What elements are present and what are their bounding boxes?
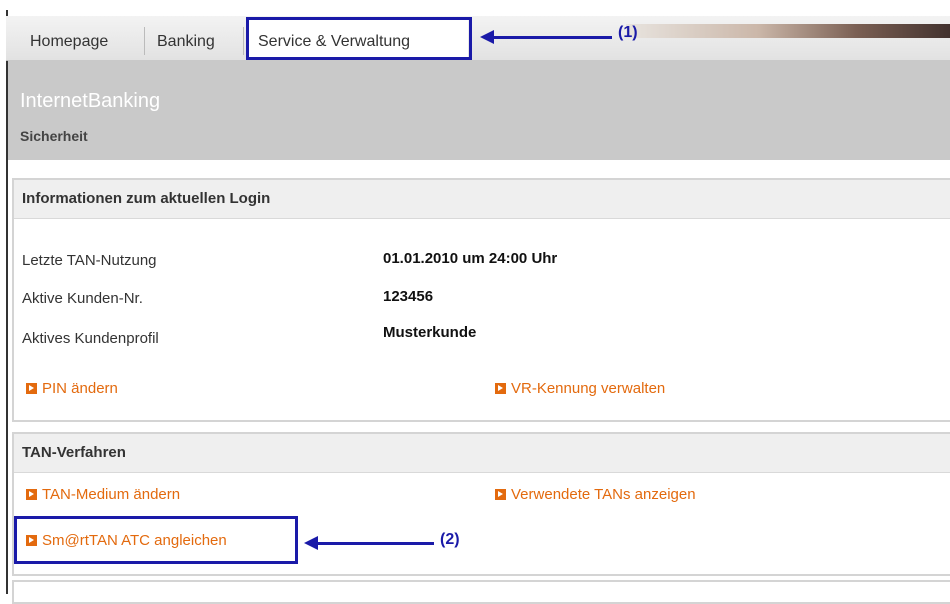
customer-no-label: Aktive Kunden-Nr. (22, 290, 143, 307)
last-tan-label: Letzte TAN-Nutzung (22, 252, 157, 269)
arrow-1 (480, 30, 612, 44)
login-info-panel: Informationen zum aktuellen Login (12, 178, 950, 422)
change-tan-medium-link[interactable]: TAN-Medium ändern (26, 486, 180, 503)
chevron-right-icon (26, 489, 37, 500)
highlight-box-1 (246, 17, 472, 60)
highlight-box-2 (14, 516, 298, 564)
arrow-2 (304, 536, 434, 550)
chevron-right-icon (495, 489, 506, 500)
top-navigation (6, 16, 950, 61)
marker-1: (1) (618, 24, 638, 41)
last-tan-value: 01.01.2010 um 24:00 Uhr (383, 250, 558, 267)
used-tans-label: Verwendete TANs anzeigen (511, 486, 696, 503)
customer-profile-value: Musterkunde (383, 324, 477, 341)
change-pin-label: PIN ändern (42, 380, 118, 397)
manage-vr-id-link[interactable]: VR-Kennung verwalten (495, 380, 665, 397)
chevron-right-icon (495, 383, 506, 394)
nav-separator (144, 27, 145, 55)
nav-banking[interactable]: Banking (157, 28, 215, 56)
login-info-heading: Informationen zum aktuellen Login (14, 180, 950, 219)
used-tans-link[interactable]: Verwendete TANs anzeigen (495, 486, 696, 503)
customer-no-value: 123456 (383, 288, 434, 305)
nav-homepage[interactable]: Homepage (30, 28, 108, 56)
change-tan-medium-label: TAN-Medium ändern (42, 486, 181, 503)
page-header: InternetBanking Sicherheit (8, 60, 950, 160)
change-pin-link[interactable]: PIN ändern (26, 380, 118, 397)
app-title: InternetBanking (20, 90, 161, 112)
tan-heading: TAN-Verfahren (14, 434, 950, 473)
customer-profile-label: Aktives Kundenprofil (22, 330, 159, 347)
page-subtitle: Sicherheit (20, 128, 88, 144)
next-panel (12, 580, 950, 604)
marker-2: (2) (440, 531, 460, 548)
header-photo (626, 24, 950, 38)
manage-vr-id-label: VR-Kennung verwalten (511, 380, 666, 397)
chevron-right-icon (26, 383, 37, 394)
nav-separator (243, 27, 244, 55)
